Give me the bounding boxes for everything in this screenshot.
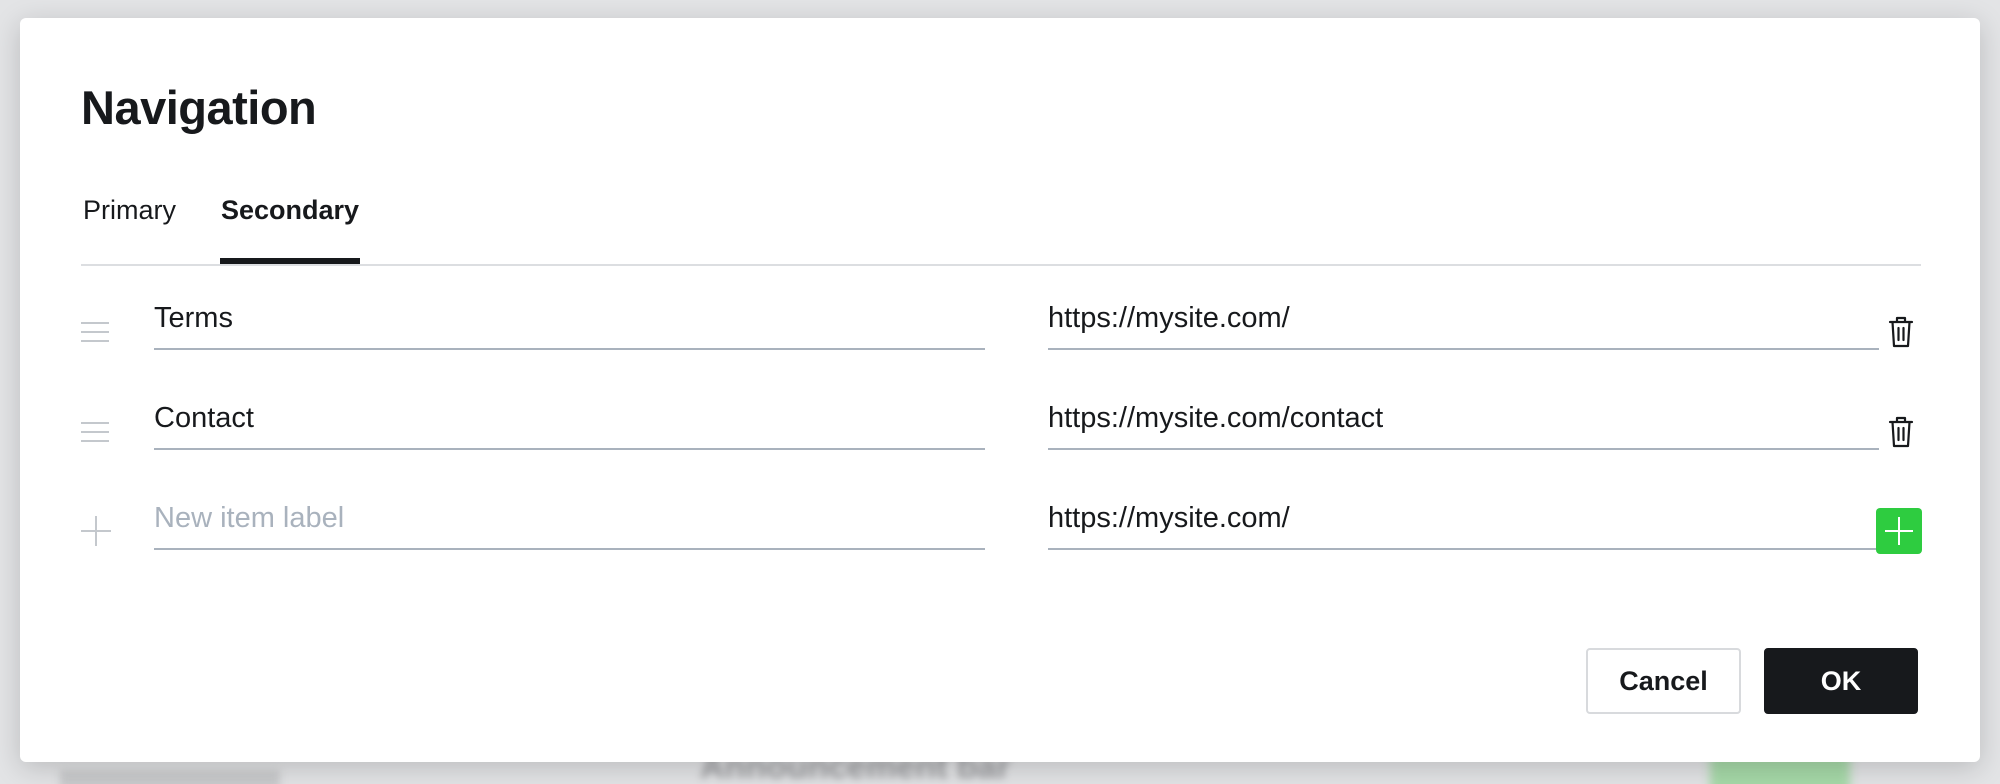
plus-icon xyxy=(1885,517,1913,545)
tab-secondary[interactable]: Secondary xyxy=(220,190,361,264)
drag-handle-icon[interactable] xyxy=(81,422,111,449)
item-url-input[interactable] xyxy=(1048,288,1879,350)
drag-handle-icon[interactable] xyxy=(81,322,111,349)
nav-item-row xyxy=(81,388,1931,468)
new-item-label-input[interactable] xyxy=(154,488,985,550)
dialog-title: Navigation xyxy=(81,81,317,134)
new-item-url-input[interactable] xyxy=(1048,488,1879,550)
new-item-row xyxy=(81,488,1931,568)
tab-primary[interactable]: Primary xyxy=(83,190,176,264)
ok-button[interactable]: OK xyxy=(1764,648,1918,714)
backdrop-blurred-element xyxy=(60,770,280,784)
item-url-input[interactable] xyxy=(1048,388,1879,450)
tab-bar: Primary Secondary xyxy=(81,190,1921,266)
item-label-input[interactable] xyxy=(154,388,985,450)
add-item-button[interactable] xyxy=(1876,508,1922,554)
nav-item-row xyxy=(81,288,1931,368)
trash-icon[interactable] xyxy=(1881,412,1921,452)
navigation-dialog: Navigation Primary Secondary Terms https… xyxy=(20,18,1980,762)
plus-icon xyxy=(81,516,111,546)
cancel-button[interactable]: Cancel xyxy=(1586,648,1741,714)
trash-icon[interactable] xyxy=(1881,312,1921,352)
item-label-input[interactable] xyxy=(154,288,985,350)
